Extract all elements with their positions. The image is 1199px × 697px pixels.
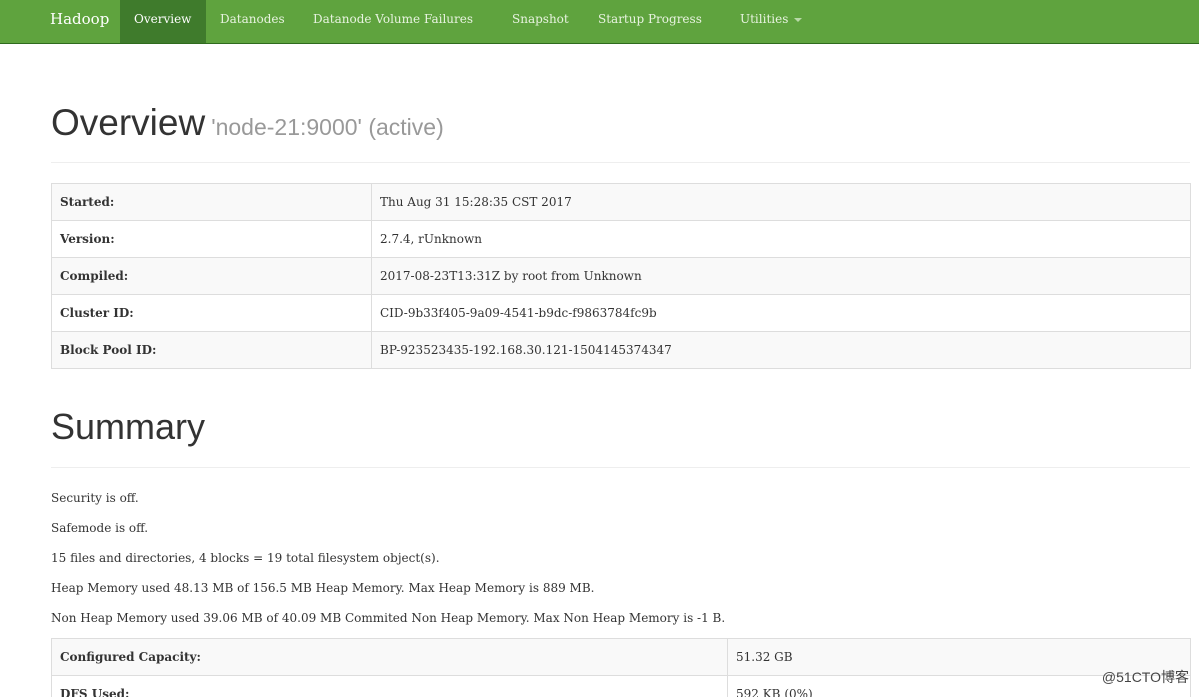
summary-line: Heap Memory used 48.13 MB of 156.5 MB He… [51,581,595,595]
table-row: Started: Thu Aug 31 15:28:35 CST 2017 [51,183,1191,221]
table-row: Cluster ID: CID-9b33f405-9a09-4541-b9dc-… [51,294,1191,332]
table-row: Compiled: 2017-08-23T13:31Z by root from… [51,257,1191,295]
brand-logo[interactable]: Hadoop [50,10,109,28]
row-key: Version: [51,220,372,258]
nav-utilities[interactable]: Utilities [726,0,816,43]
row-key: Cluster ID: [51,294,372,332]
watermark: @51CTO博客 [1101,669,1189,685]
top-navbar: Hadoop Overview Datanodes Datanode Volum… [0,0,1199,44]
nav-utilities-label: Utilities [740,12,789,26]
row-value: 2017-08-23T13:31Z by root from Unknown [371,257,1191,295]
overview-title: Overview [51,102,206,143]
row-value: CID-9b33f405-9a09-4541-b9dc-f9863784fc9b [371,294,1191,332]
row-value: BP-923523435-192.168.30.121-150414537434… [371,331,1191,369]
nav-datanodes[interactable]: Datanodes [206,0,299,43]
row-key: Configured Capacity: [51,638,728,676]
chevron-down-icon [794,17,803,22]
nav-snapshot[interactable]: Snapshot [498,0,583,43]
row-key: DFS Used: [51,675,728,697]
summary-line: Security is off. [51,491,139,505]
divider [51,162,1190,163]
row-key: Started: [51,183,372,221]
table-row: Configured Capacity: 51.32 GB [51,638,1191,676]
summary-line: 15 files and directories, 4 blocks = 19 … [51,551,440,565]
divider [51,467,1190,468]
row-key: Compiled: [51,257,372,295]
table-row: Version: 2.7.4, rUnknown [51,220,1191,258]
table-row: DFS Used: 592 KB (0%) [51,675,1191,697]
overview-table: Started: Thu Aug 31 15:28:35 CST 2017 Ve… [51,183,1191,369]
nav-startup-progress[interactable]: Startup Progress [584,0,716,43]
nav-overview[interactable]: Overview [120,0,206,43]
overview-subtitle: 'node-21:9000' (active) [211,114,444,140]
page-title: Overview'node-21:9000' (active) [51,102,444,144]
summary-title: Summary [51,406,206,447]
row-key: Block Pool ID: [51,331,372,369]
row-value: 2.7.4, rUnknown [371,220,1191,258]
table-row: Block Pool ID: BP-923523435-192.168.30.1… [51,331,1191,369]
nav-datanode-volume-failures[interactable]: Datanode Volume Failures [299,0,487,43]
summary-line: Safemode is off. [51,521,149,535]
row-value: Thu Aug 31 15:28:35 CST 2017 [371,183,1191,221]
summary-table: Configured Capacity: 51.32 GB DFS Used: … [51,638,1191,697]
summary-line: Non Heap Memory used 39.06 MB of 40.09 M… [51,611,726,625]
